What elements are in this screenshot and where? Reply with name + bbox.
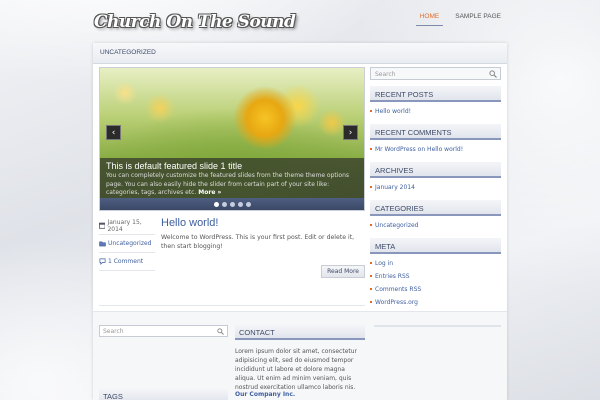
footer-contact-text: Lorem ipsum dolor sit amet, consectetur … [235, 348, 358, 391]
footer-search-placeholder: Search [103, 328, 124, 335]
sidebar-search-input[interactable]: Search [370, 67, 501, 80]
meta-item-entries-rss[interactable]: Entries RSS [370, 271, 501, 284]
post-meta: January 15, 2014 Uncategorized 1 Comment [99, 217, 155, 271]
slider-dot[interactable] [245, 201, 251, 207]
slider-dot[interactable] [229, 201, 235, 207]
categories-list: Uncategorized [370, 220, 501, 233]
widget-title-recent-posts: RECENT POSTS [370, 86, 501, 102]
footer-contact-title: CONTACT [235, 325, 365, 340]
widget-title-archives: ARCHIVES [370, 162, 501, 178]
meta-item-log-in[interactable]: Log in [370, 258, 501, 271]
slide-more-link[interactable]: More » [198, 189, 221, 196]
slide-description: You can completely customize the feature… [106, 172, 350, 196]
meta-list: Log in Entries RSS Comments RSS WordPres… [370, 258, 501, 310]
archive-item[interactable]: January 2014 [370, 182, 501, 195]
meta-item-comments-rss[interactable]: Comments RSS [370, 284, 501, 297]
slider-dot[interactable] [213, 201, 219, 207]
read-more-button[interactable]: Read More [321, 265, 365, 278]
recent-posts-list: Hello world! [370, 106, 501, 119]
footer-column-divider [374, 325, 501, 327]
post-title[interactable]: Hello world! [161, 217, 365, 229]
search-icon[interactable] [217, 328, 224, 335]
widget-title-meta: META [370, 238, 501, 254]
archives-list: January 2014 [370, 182, 501, 195]
post-divider [99, 305, 365, 306]
sidebar-search-placeholder: Search [375, 71, 396, 78]
meta-item-wordpress-org[interactable]: WordPress.org [370, 297, 501, 310]
post-excerpt: Welcome to WordPress. This is your first… [161, 234, 355, 250]
sidebar: Search RECENT POSTS Hello world! RECENT … [370, 67, 501, 315]
category-bar: UNCATEGORIZED [93, 43, 507, 64]
post-category-link[interactable]: Uncategorized [108, 240, 151, 247]
comment-icon [99, 258, 106, 265]
search-icon[interactable] [489, 70, 497, 78]
post-date-row: January 15, 2014 [99, 217, 155, 235]
post-body: Hello world! Welcome to WordPress. This … [161, 217, 365, 278]
widget-title-recent-comments: RECENT COMMENTS [370, 124, 501, 140]
post-comments-row: 1 Comment [99, 253, 155, 271]
slider-dot[interactable] [237, 201, 243, 207]
footer-tags-title: TAGS [99, 389, 228, 400]
slider-next-button[interactable]: › [343, 125, 358, 140]
recent-comments-list: Mr WordPress on Hello world! [370, 144, 501, 157]
recent-comment-item[interactable]: Mr WordPress on Hello world! [370, 144, 501, 157]
post-date: January 15, 2014 [107, 218, 142, 233]
footer-search-input[interactable]: Search [99, 325, 228, 337]
slide-caption: This is default featured slide 1 title Y… [100, 158, 364, 200]
category-bar-label[interactable]: UNCATEGORIZED [100, 49, 156, 56]
site-logo[interactable]: Church On The Sound [94, 12, 296, 32]
slide-title: This is default featured slide 1 title [106, 161, 243, 171]
recent-post-item[interactable]: Hello world! [370, 106, 501, 119]
footer-widgets: Search TAGS CONTACT Lorem ipsum dolor si… [93, 311, 507, 400]
nav-item-home[interactable]: HOME [415, 13, 444, 26]
post-comments-link[interactable]: 1 Comment [108, 258, 143, 265]
calendar-icon [99, 222, 106, 229]
nav-item-sample-page[interactable]: SAMPLE PAGE [451, 13, 505, 26]
featured-slider: ‹ › This is default featured slide 1 tit… [99, 67, 365, 211]
category-item[interactable]: Uncategorized [370, 220, 501, 233]
widget-title-categories: CATEGORIES [370, 200, 501, 216]
slider-dot[interactable] [221, 201, 227, 207]
main-nav: HOME SAMPLE PAGE [415, 13, 505, 26]
slider-prev-button[interactable]: ‹ [106, 125, 121, 140]
slider-pagination [100, 198, 364, 210]
post-category-row: Uncategorized [99, 235, 155, 253]
footer-company-name: Our Company Inc. [235, 391, 296, 398]
content-wrapper: UNCATEGORIZED ‹ › This is default featur… [93, 43, 507, 400]
folder-icon [99, 241, 106, 247]
slide-text: You can completely customize the feature… [106, 172, 358, 198]
